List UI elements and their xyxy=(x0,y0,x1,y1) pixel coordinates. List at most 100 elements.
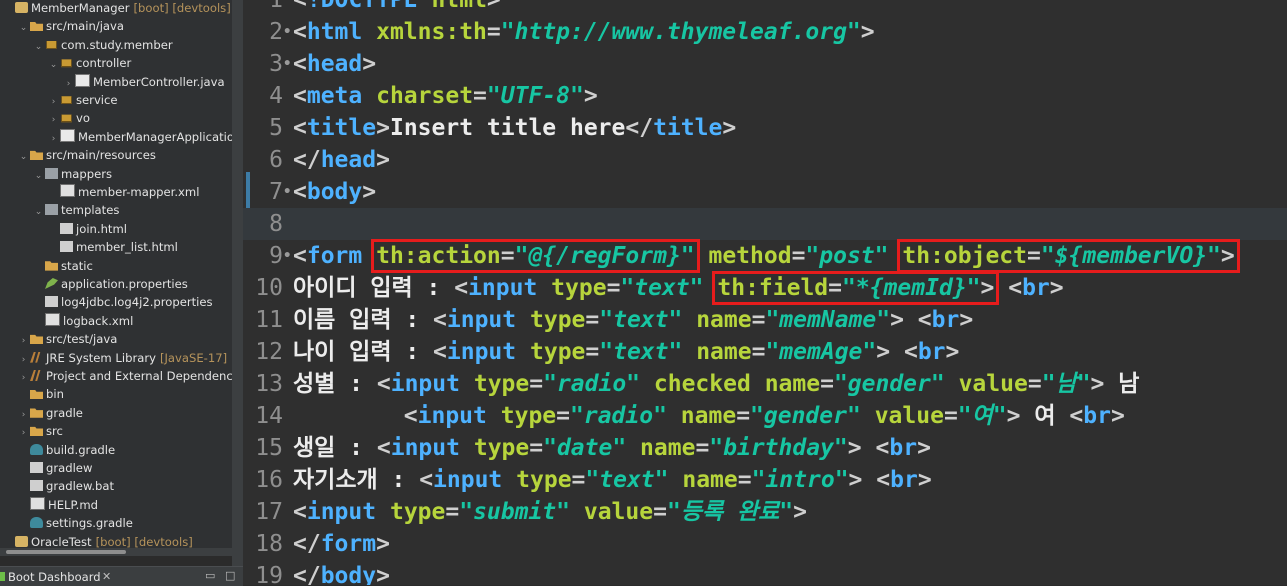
tree-item[interactable]: ⌄ com.study.member xyxy=(0,36,173,54)
fold-marker-icon[interactable]: • xyxy=(283,240,293,272)
tree-item[interactable]: › vo xyxy=(0,109,90,127)
line-number: 8 xyxy=(269,211,283,237)
tree-item[interactable]: log4jdbc.log4j2.properties xyxy=(0,293,213,311)
line-number: 7 xyxy=(269,179,283,205)
code-line[interactable]: 13 성별 : <input type="radio" checked name=… xyxy=(243,368,1287,400)
lib-icon xyxy=(30,351,43,363)
code-token: > xyxy=(376,563,390,585)
tree-item-label: controller xyxy=(76,56,132,71)
code-token: = xyxy=(653,499,667,525)
code-token: "gender" xyxy=(750,403,861,429)
code-line[interactable]: 8 xyxy=(243,208,1287,240)
code-token: > xyxy=(376,531,390,557)
code-token: 아이디 입력 : xyxy=(293,275,455,301)
code-line[interactable]: 4 <meta charset="UTF-8"> xyxy=(243,80,1287,112)
code-line[interactable]: 18 </form> xyxy=(243,528,1287,560)
code-token: > xyxy=(1110,403,1125,429)
maximize-icon[interactable]: □ xyxy=(225,569,235,582)
tree-item[interactable]: › MemberManagerApplication xyxy=(0,128,232,146)
fold-marker-icon[interactable]: • xyxy=(283,48,293,80)
tree-item[interactable]: ⌄ controller xyxy=(0,54,132,72)
tree-item[interactable]: ⌄ src/main/java xyxy=(0,17,124,35)
tree-item[interactable]: ⌄ templates xyxy=(0,201,120,219)
code-token: input xyxy=(417,403,487,429)
tree-item[interactable]: OracleTest [boot] [devtools] xyxy=(0,533,193,548)
code-token: > xyxy=(847,435,862,461)
tree-item[interactable]: ⌄ mappers xyxy=(0,165,112,183)
code-line[interactable]: 15 생일 : <input type="date" name="birthday… xyxy=(243,432,1287,464)
tree-item[interactable]: › service xyxy=(0,91,118,109)
fold-marker-icon[interactable]: • xyxy=(283,176,293,208)
tree-item[interactable]: join.html xyxy=(0,220,127,238)
close-icon[interactable]: ✕ xyxy=(102,570,111,583)
code-token: html xyxy=(431,0,487,13)
fold-marker-icon[interactable]: • xyxy=(283,16,293,48)
code-line[interactable]: 16 자기소개 : <input type="text" name="intro"… xyxy=(243,464,1287,496)
code-line[interactable]: 6 </head> xyxy=(243,144,1287,176)
code-token: > xyxy=(362,179,377,205)
code-token: < xyxy=(1069,403,1084,429)
line-number: 10 xyxy=(255,275,283,301)
code-line[interactable]: 5 <title>Insert title here</title> xyxy=(243,112,1287,144)
code-token: "http://www.thymeleaf.org" xyxy=(500,19,861,45)
code-content: <body> xyxy=(293,179,376,205)
code-token: < xyxy=(293,499,307,525)
tree-item[interactable]: › src/test/java xyxy=(0,330,118,348)
code-token: title xyxy=(653,115,723,141)
line-number: 6 xyxy=(269,147,283,173)
code-token: > xyxy=(945,339,960,365)
code-line[interactable]: 14 <input type="radio" name="gender" val… xyxy=(243,400,1287,432)
code-token: 여 xyxy=(1020,403,1070,429)
tree-item[interactable]: build.gradle xyxy=(0,441,115,459)
tree-item[interactable]: › gradle xyxy=(0,404,83,422)
tree-item[interactable]: › MemberController.java xyxy=(0,73,225,91)
view-sash[interactable] xyxy=(232,0,243,566)
minimize-icon[interactable]: ▭ xyxy=(205,569,215,582)
code-token: > xyxy=(917,435,931,461)
code-token: value xyxy=(583,499,654,525)
tree-item[interactable]: settings.gradle xyxy=(0,514,133,532)
tree-item[interactable]: member-mapper.xml xyxy=(0,183,199,201)
tree-item[interactable]: › JRE System Library [JavaSE-17] xyxy=(0,349,227,367)
tree-item[interactable]: › Project and External Dependencies xyxy=(0,367,232,385)
tree-item[interactable]: member_list.html xyxy=(0,238,178,256)
code-token: < xyxy=(293,19,307,45)
code-line[interactable]: 12 나이 입력 : <input type="text" name="memAg… xyxy=(243,336,1287,368)
tree-item[interactable]: static xyxy=(0,257,93,275)
tree-item[interactable]: HELP.md xyxy=(0,496,98,514)
code-content: <!DOCTYPE html> xyxy=(293,0,501,13)
tree-item-decoration: [boot] [devtools] xyxy=(133,1,231,15)
code-token: "등록 완료" xyxy=(666,499,794,525)
pkg-icon xyxy=(61,59,72,68)
code-line[interactable]: 1 <!DOCTYPE html> xyxy=(243,0,1287,16)
code-token: form xyxy=(320,531,377,557)
tree-item[interactable]: logback.xml xyxy=(0,312,133,330)
code-line[interactable]: 11 이름 입력 : <input type="text" name="memNa… xyxy=(243,304,1287,336)
tree-item[interactable]: gradlew xyxy=(0,459,92,477)
code-content: </head> xyxy=(293,147,390,173)
code-line[interactable]: 7•<body> xyxy=(243,176,1287,208)
tree-item[interactable]: application.properties xyxy=(0,275,188,293)
tree-item[interactable]: MemberManager [boot] [devtools] xyxy=(0,0,231,17)
tree-item[interactable]: bin xyxy=(0,385,64,403)
code-line[interactable]: 19 </body> xyxy=(243,560,1287,585)
tree-item[interactable]: ⌄ src/main/resources xyxy=(0,146,156,164)
code-token: > xyxy=(1006,403,1021,429)
explorer-horizontal-scrollbar[interactable] xyxy=(0,548,232,556)
code-editor[interactable]: 1 <!DOCTYPE html> 2•<html xmlns:th="http:/… xyxy=(243,0,1287,585)
code-line[interactable]: 2•<html xmlns:th="http://www.thymeleaf.o… xyxy=(243,16,1287,48)
code-token: = xyxy=(737,467,752,493)
code-token: head xyxy=(320,147,377,173)
tree-item[interactable]: gradlew.bat xyxy=(0,477,114,495)
code-token: br xyxy=(917,339,946,365)
tree-item-label: join.html xyxy=(76,221,127,236)
code-line[interactable]: 3•<head> xyxy=(243,48,1287,80)
tree-item[interactable]: › src xyxy=(0,422,63,440)
scrollbar-thumb[interactable] xyxy=(6,550,126,554)
boot-dashboard-tab[interactable]: Boot Dashboard ✕ ▭ □ xyxy=(0,566,243,586)
code-line[interactable]: 17 <input type="submit" value="등록 완료"> xyxy=(243,496,1287,528)
